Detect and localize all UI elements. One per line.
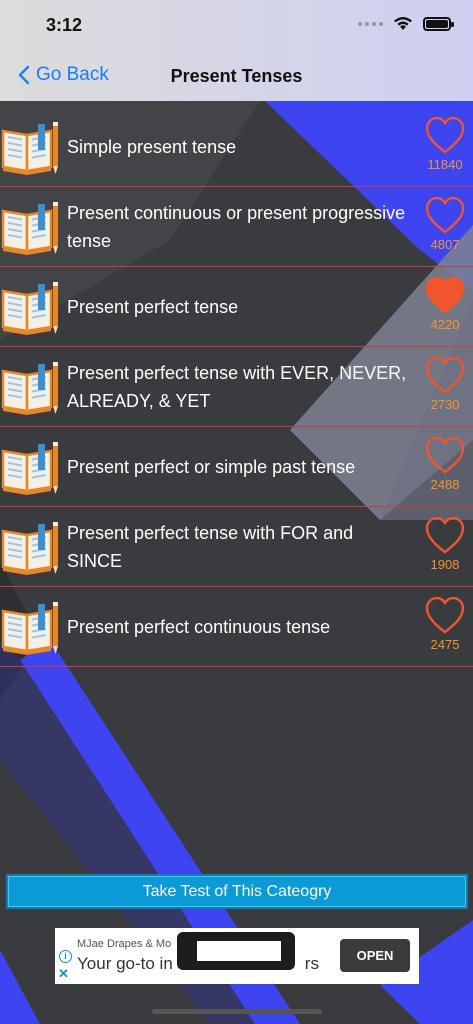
ad-close-icon[interactable]: ✕ bbox=[58, 966, 69, 982]
like-count: 11840 bbox=[427, 157, 463, 172]
battery-icon bbox=[423, 16, 454, 31]
top-bar: 3:12 Go Back Present Tenses bbox=[0, 0, 473, 101]
topic-label: Simple present tense bbox=[67, 136, 237, 157]
book-icon bbox=[0, 279, 60, 337]
book-icon bbox=[0, 439, 60, 497]
book-icon bbox=[0, 599, 60, 657]
page-title: Present Tenses bbox=[170, 66, 303, 86]
like-button[interactable]: 2730 bbox=[421, 357, 469, 412]
ad-brand: MJae Drapes & Mo bbox=[77, 938, 172, 950]
heart-icon bbox=[425, 197, 465, 234]
like-button[interactable]: 4220 bbox=[421, 277, 469, 332]
like-count: 1908 bbox=[430, 557, 460, 572]
topic-label: Present perfect continuous tense bbox=[67, 616, 331, 637]
heart-icon bbox=[425, 357, 465, 394]
ad-overlay bbox=[177, 932, 295, 970]
like-count: 2730 bbox=[430, 397, 460, 412]
like-count: 4807 bbox=[430, 237, 460, 252]
heart-icon bbox=[425, 117, 465, 154]
topic-row[interactable]: Present perfect tense with FOR and SINCE… bbox=[0, 507, 473, 587]
like-button[interactable]: 1908 bbox=[421, 517, 469, 572]
like-button[interactable]: 4807 bbox=[421, 197, 469, 252]
status-icons bbox=[358, 16, 454, 31]
like-button[interactable]: 2488 bbox=[421, 437, 469, 492]
home-indicator bbox=[152, 1009, 322, 1014]
topic-row[interactable]: Present perfect or simple past tense 248… bbox=[0, 427, 473, 507]
ad-open-button[interactable]: OPEN bbox=[340, 939, 410, 972]
book-icon bbox=[0, 519, 60, 577]
topic-row[interactable]: Present continuous or present progressiv… bbox=[0, 187, 473, 267]
heart-icon bbox=[425, 597, 465, 634]
topic-label: Present perfect tense with EVER, NEVER, … bbox=[67, 362, 407, 411]
status-time: 3:12 bbox=[46, 15, 83, 35]
ad-headline-start: Your go-to in bbox=[77, 954, 173, 973]
ad-info-icon[interactable]: i bbox=[59, 950, 72, 963]
topic-label: Present perfect or simple past tense bbox=[67, 456, 356, 477]
like-count: 4220 bbox=[430, 317, 460, 332]
cellular-signal-icon bbox=[358, 21, 383, 26]
topic-list: Simple present tense 11840 Present conti… bbox=[0, 107, 473, 667]
topic-row[interactable]: Simple present tense 11840 bbox=[0, 107, 473, 187]
heart-icon bbox=[425, 517, 465, 554]
topic-label: Present perfect tense with FOR and SINCE bbox=[67, 522, 354, 571]
book-icon bbox=[0, 119, 60, 177]
like-button[interactable]: 11840 bbox=[421, 117, 469, 172]
ad-banner[interactable]: i ✕ MJae Drapes & Mo Your go-to in rs OPE… bbox=[55, 928, 419, 984]
book-icon bbox=[0, 199, 60, 257]
ad-headline-end: rs bbox=[304, 954, 319, 973]
topic-label: Present continuous or present progressiv… bbox=[67, 202, 406, 251]
heart-icon bbox=[425, 277, 465, 314]
book-icon bbox=[0, 359, 60, 417]
like-count: 2475 bbox=[430, 637, 460, 652]
like-button[interactable]: 2475 bbox=[421, 597, 469, 652]
wifi-icon bbox=[394, 17, 412, 30]
topic-label: Present perfect tense bbox=[67, 296, 239, 317]
topic-row[interactable]: Present perfect tense 4220 bbox=[0, 267, 473, 347]
topic-row[interactable]: Present perfect tense with EVER, NEVER, … bbox=[0, 347, 473, 427]
heart-icon bbox=[425, 437, 465, 474]
like-count: 2488 bbox=[430, 477, 460, 492]
take-test-button[interactable]: Take Test of This Cateogry bbox=[6, 874, 468, 909]
topic-row[interactable]: Present perfect continuous tense 2475 bbox=[0, 587, 473, 667]
